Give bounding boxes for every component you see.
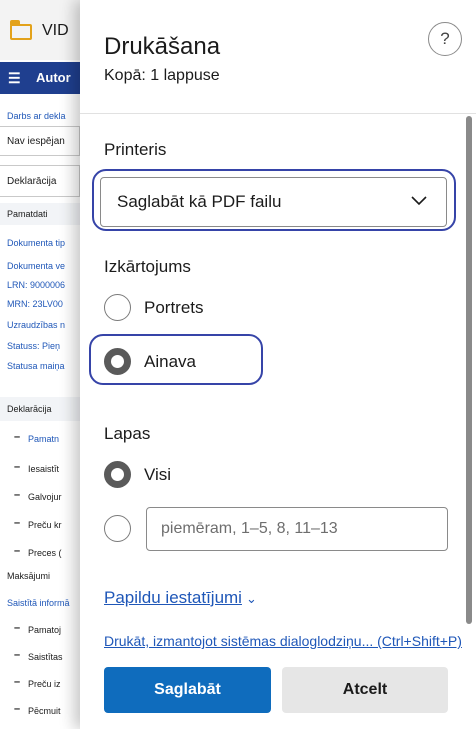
radio-portrait-circle[interactable] [104, 294, 131, 321]
radio-portrait-label[interactable]: Portrets [144, 298, 204, 318]
background-item[interactable]: MRN: 23LV00 [7, 299, 63, 309]
radio-custom-pages-circle[interactable] [104, 515, 131, 542]
printer-label: Printeris [104, 140, 167, 159]
background-item[interactable]: Iesaistīt [28, 464, 59, 474]
radio-all-pages-label[interactable]: Visi [144, 465, 171, 485]
background-item[interactable]: Preces ( [28, 548, 62, 558]
radio-all-pages-circle[interactable] [104, 461, 131, 488]
radio-landscape-circle[interactable] [104, 348, 131, 375]
help-button[interactable]: ? [428, 22, 462, 56]
background-item[interactable]: Uzraudzības n [7, 320, 65, 330]
custom-pages-placeholder: piemēram, 1–5, 8, 11–13 [161, 520, 338, 537]
background-dash: – [14, 622, 21, 634]
background-item[interactable]: Pēcmuit [28, 706, 61, 716]
page-count: Kopā: 1 lappuse [104, 67, 220, 84]
background-item: Maksājumi [7, 571, 51, 581]
background-nav-label[interactable]: Autor [36, 70, 71, 85]
pages-label: Lapas [104, 424, 151, 443]
background-item[interactable]: Nav iespējan [7, 136, 65, 147]
hamburger-icon[interactable]: ☰ [8, 70, 21, 87]
dialog-title: Drukāšana [104, 33, 221, 60]
help-icon: ? [440, 29, 450, 48]
background-item[interactable]: Pamatn [28, 434, 59, 444]
chevron-down-icon: ⌄ [245, 591, 257, 606]
background-dash: – [14, 517, 21, 529]
background-app: VID ☰ Autor Darbs ar dekla Nav iespējan … [0, 0, 80, 729]
custom-pages-input[interactable]: piemēram, 1–5, 8, 11–13 [146, 507, 448, 551]
background-dash: – [14, 545, 21, 557]
printer-select-value: Saglabāt kā PDF failu [117, 192, 282, 211]
background-item: Deklarācija [7, 404, 52, 414]
background-item[interactable]: Darbs ar dekla [7, 111, 66, 121]
layout-label: Izkārtojums [104, 257, 191, 276]
save-button[interactable]: Saglabāt [104, 667, 271, 713]
background-item[interactable]: Statusa maiņa [7, 361, 65, 371]
background-item[interactable]: Dokumenta tip [7, 238, 65, 248]
background-item[interactable]: Preču iz [28, 679, 61, 689]
background-dash: – [14, 489, 21, 501]
background-dash: – [14, 703, 21, 715]
chevron-down-icon [411, 196, 427, 206]
background-dash: – [14, 461, 21, 473]
background-item[interactable]: Preču kr [28, 520, 62, 530]
more-settings-link[interactable]: Papildu iestatījumi ⌄ [104, 588, 257, 608]
background-dash: – [14, 676, 21, 688]
background-window-title: VID [42, 22, 69, 39]
background-item[interactable]: Saistītā informā [7, 598, 70, 608]
background-item[interactable]: Pamatoj [28, 625, 61, 635]
background-item[interactable]: Galvojur [28, 492, 62, 502]
printer-select[interactable]: Saglabāt kā PDF failu [100, 177, 447, 227]
folder-icon [10, 20, 32, 40]
background-item[interactable]: LRN: 9000006 [7, 280, 65, 290]
radio-landscape-label[interactable]: Ainava [144, 352, 196, 372]
background-item[interactable]: Deklarācija [7, 176, 56, 187]
print-dialog: Drukāšana Kopā: 1 lappuse ? Printeris Sa… [80, 0, 476, 729]
divider [80, 113, 476, 114]
background-item[interactable]: Statuss: Pieņ [7, 341, 60, 351]
more-settings-label[interactable]: Papildu iestatījumi [104, 588, 242, 607]
background-dash: – [14, 649, 21, 661]
system-dialog-link[interactable]: Drukāt, izmantojot sistēmas dialoglodziņ… [104, 633, 474, 649]
scrollbar[interactable] [466, 116, 472, 624]
cancel-button[interactable]: Atcelt [282, 667, 448, 713]
background-dash: – [14, 431, 21, 443]
background-item[interactable]: Dokumenta ve [7, 261, 65, 271]
background-item: Pamatdati [7, 209, 48, 219]
background-item[interactable]: Saistītas [28, 652, 63, 662]
